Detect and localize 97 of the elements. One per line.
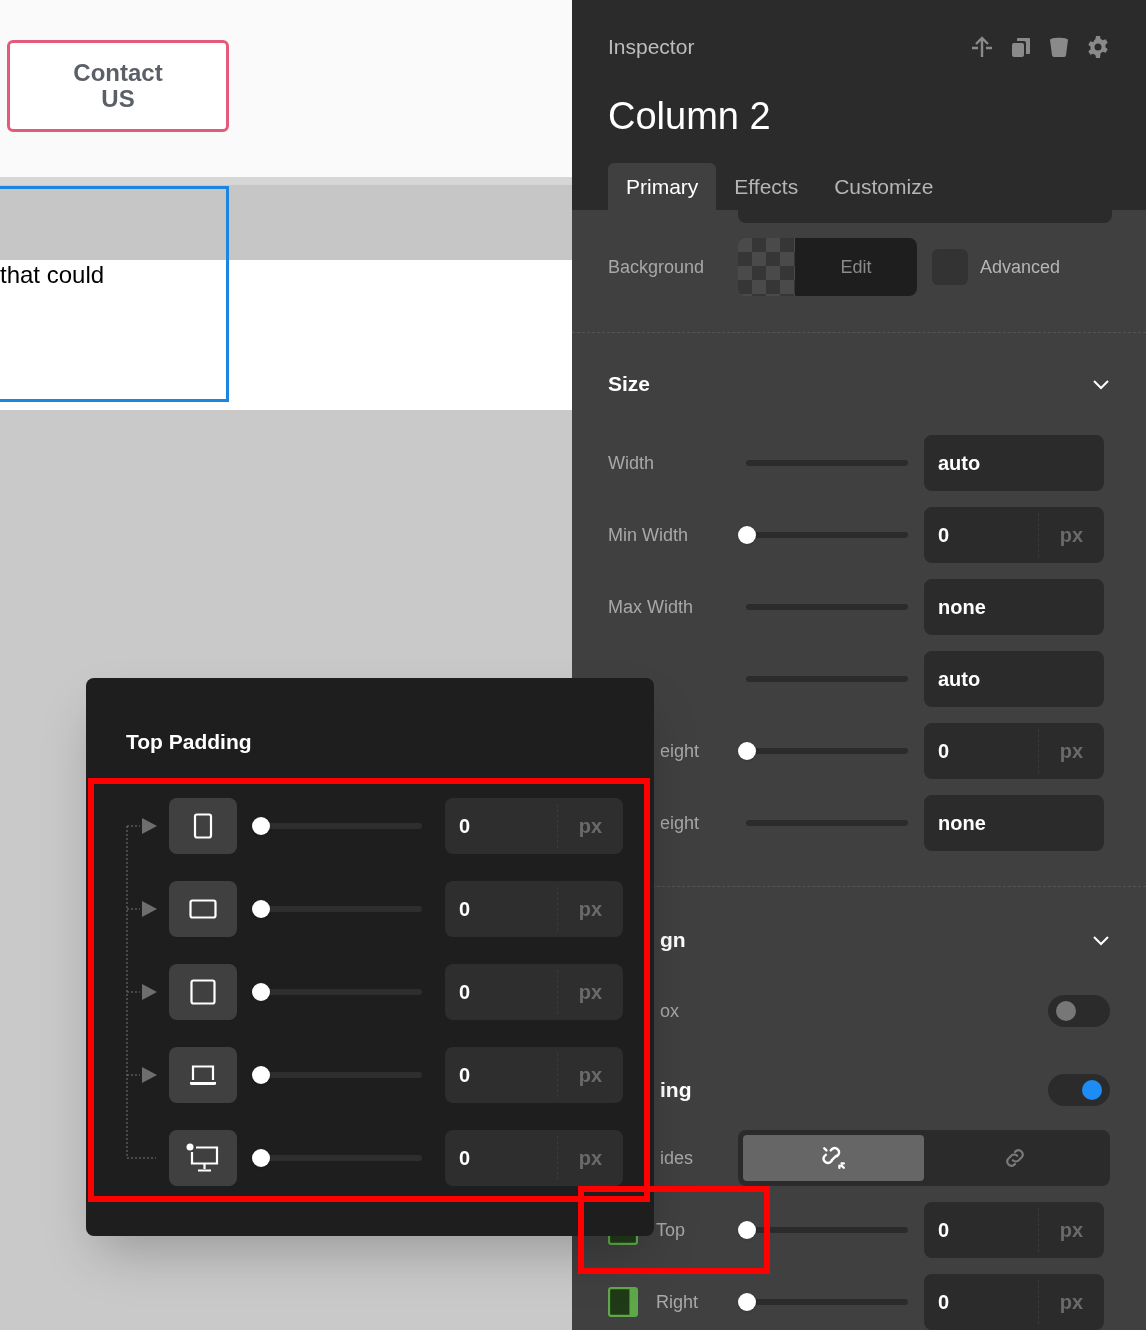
unit-label: px [557, 969, 623, 1014]
settings-icon[interactable] [1086, 35, 1110, 59]
field-label: Max Width [608, 595, 694, 619]
square-screen-icon [190, 978, 216, 1005]
number-field[interactable]: 0 px [924, 723, 1104, 779]
unit-label: px [557, 803, 623, 848]
field-label: Top [656, 1218, 686, 1242]
device-button[interactable] [169, 880, 237, 937]
device-button[interactable] [169, 1129, 237, 1186]
field-label: eight [660, 811, 700, 835]
field-label: Width [608, 451, 654, 475]
number-field[interactable]: none [924, 795, 1104, 851]
field-value: 0 [458, 1145, 472, 1171]
body-text: that could [0, 260, 105, 290]
tab[interactable]: Customize [816, 163, 952, 211]
device-button[interactable] [169, 797, 237, 854]
toggle-switch[interactable] [1048, 995, 1110, 1027]
unit-label: px [1038, 513, 1104, 557]
contact-button[interactable]: Contact US [7, 40, 229, 132]
slider[interactable] [252, 1064, 422, 1085]
slider[interactable] [252, 1147, 422, 1168]
unit-label: px [1038, 1280, 1104, 1324]
field-label: Right [656, 1290, 699, 1314]
slider[interactable] [738, 1292, 908, 1312]
number-field[interactable]: 0 px [445, 1129, 623, 1186]
field-value: 0 [458, 1062, 472, 1088]
slider-thumb[interactable] [252, 982, 270, 1001]
slider-thumb[interactable] [252, 899, 270, 918]
slider-thumb[interactable] [738, 526, 756, 544]
number-field[interactable]: 0 px [445, 880, 623, 937]
panel-heading: Column 2 [608, 94, 771, 138]
field-value: auto [937, 451, 982, 476]
slider[interactable] [738, 1220, 908, 1240]
field-label: eight [660, 739, 700, 763]
number-field[interactable]: 0 px [924, 507, 1104, 563]
tab[interactable]: Effects [716, 163, 817, 211]
field-value: none [937, 811, 987, 836]
unit-label: px [1038, 729, 1104, 773]
number-field[interactable]: none [924, 579, 1104, 635]
number-field[interactable]: auto [924, 435, 1104, 491]
popover-title: Top Padding [126, 729, 252, 755]
field-label: ox [660, 999, 679, 1023]
number-field[interactable]: auto [924, 651, 1104, 707]
checkbox-label: Advanced [980, 255, 1061, 279]
slider[interactable] [738, 525, 908, 545]
number-field[interactable]: 0 px [445, 1046, 623, 1103]
chevron-icon[interactable] [1092, 934, 1110, 946]
unit-label: px [557, 1052, 623, 1097]
edit-button[interactable]: Edit [795, 238, 917, 296]
slider[interactable] [252, 815, 422, 836]
slider[interactable] [252, 981, 422, 1002]
laptop-icon [189, 1063, 217, 1086]
toggle-switch[interactable] [1048, 1074, 1110, 1106]
field-value: 0 [458, 813, 472, 839]
transparency-swatch[interactable] [738, 238, 795, 296]
number-field[interactable]: 0 px [445, 963, 623, 1020]
unlink-icon [820, 1145, 847, 1171]
section-title: gn [659, 927, 686, 954]
slider-thumb[interactable] [252, 1065, 270, 1084]
field-value: 0 [458, 896, 472, 922]
section-title: Size [608, 371, 651, 398]
copy-icon[interactable] [1010, 36, 1032, 58]
panel-title: Inspector [608, 34, 695, 61]
device-button[interactable] [169, 1046, 237, 1103]
slider-thumb[interactable] [252, 1148, 270, 1167]
field-value: 0 [458, 979, 472, 1005]
slider-thumb[interactable] [738, 1293, 756, 1311]
slider[interactable] [738, 741, 908, 761]
field-value: none [937, 595, 987, 620]
desktop-icon [186, 1142, 220, 1173]
insert-icon[interactable] [970, 35, 994, 59]
slider[interactable] [252, 898, 422, 919]
field-value: 0 [937, 1290, 951, 1315]
field-value: 0 [937, 523, 951, 548]
field-value: 0 [937, 1218, 951, 1243]
unit-label: px [557, 1135, 623, 1180]
number-field[interactable]: 0 px [445, 797, 623, 854]
field-label: Background [608, 255, 706, 279]
chevron-icon[interactable] [1092, 378, 1110, 390]
unit-label: px [1038, 1208, 1104, 1252]
tablet-landscape-icon [189, 898, 217, 919]
unit-label: px [557, 886, 623, 931]
number-field[interactable]: 0 px [924, 1274, 1104, 1330]
side-icon [608, 1287, 638, 1317]
field-value: auto [937, 667, 982, 692]
trash-icon[interactable] [1048, 36, 1070, 58]
device-button[interactable] [169, 963, 237, 1020]
slider-thumb[interactable] [738, 742, 756, 760]
field-label: Min Width [608, 523, 688, 547]
slider-thumb[interactable] [252, 816, 270, 835]
field-label: ing [660, 1077, 692, 1104]
tab[interactable]: Primary [608, 163, 717, 211]
number-field[interactable]: 0 px [924, 1202, 1104, 1258]
field-value: 0 [937, 739, 951, 764]
slider-thumb[interactable] [738, 1221, 756, 1239]
field-label: ides [660, 1146, 694, 1170]
tablet-icon [193, 812, 213, 839]
